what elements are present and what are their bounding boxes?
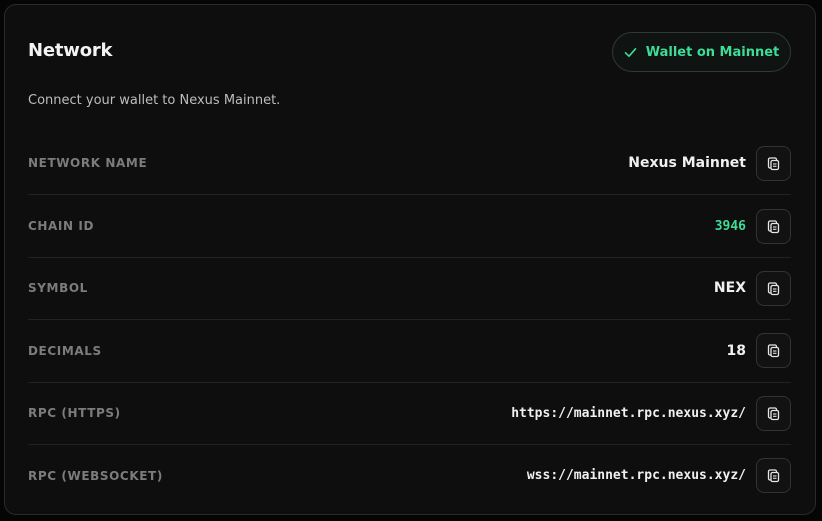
page-title: Network xyxy=(28,40,113,61)
copy-icon xyxy=(767,344,780,358)
copy-icon xyxy=(767,282,780,296)
decimals-value: 18 xyxy=(726,342,746,359)
row-rpc-websocket: RPC (WEBSOCKET) wss://mainnet.rpc.nexus.… xyxy=(28,443,791,506)
chain-id-value: 3946 xyxy=(714,218,746,234)
row-rpc-https: RPC (HTTPS) https://mainnet.rpc.nexus.xy… xyxy=(28,381,791,444)
network-details-list: NETWORK NAME Nexus Mainnet CHAIN ID 3946 xyxy=(28,132,791,506)
copy-symbol-button[interactable] xyxy=(756,270,791,306)
rpc-https-label: RPC (HTTPS) xyxy=(28,406,121,421)
copy-network-name-button[interactable] xyxy=(756,145,791,181)
chain-id-label: CHAIN ID xyxy=(28,219,95,234)
decimals-label: DECIMALS xyxy=(28,343,102,358)
wallet-status-label: Wallet on Mainnet xyxy=(645,44,780,60)
copy-icon xyxy=(767,157,780,170)
row-network-name: NETWORK NAME Nexus Mainnet xyxy=(28,132,791,194)
rpc-websocket-label: RPC (WEBSOCKET) xyxy=(28,468,163,483)
copy-decimals-button[interactable] xyxy=(756,333,791,369)
copy-rpc-https-button[interactable] xyxy=(756,395,791,431)
copy-icon xyxy=(767,469,780,483)
check-icon xyxy=(624,47,637,57)
page-subtitle: Connect your wallet to Nexus Mainnet. xyxy=(28,93,281,108)
copy-icon xyxy=(767,219,780,233)
symbol-label: SYMBOL xyxy=(28,281,88,296)
copy-chain-id-button[interactable] xyxy=(756,208,791,244)
row-chain-id: CHAIN ID 3946 xyxy=(28,194,791,256)
copy-rpc-websocket-button[interactable] xyxy=(756,458,791,494)
row-decimals: DECIMALS 18 xyxy=(28,319,791,381)
network-card: Network Wallet on Mainnet Connect your w… xyxy=(4,4,816,515)
row-symbol: SYMBOL NEX xyxy=(28,256,791,319)
rpc-websocket-value: wss://mainnet.rpc.nexus.xyz/ xyxy=(526,468,746,484)
network-name-value: Nexus Mainnet xyxy=(628,155,746,172)
wallet-status-button[interactable]: Wallet on Mainnet xyxy=(612,32,791,72)
rpc-https-value: https://mainnet.rpc.nexus.xyz/ xyxy=(511,405,746,421)
network-name-label: NETWORK NAME xyxy=(28,156,148,171)
copy-icon xyxy=(767,407,780,420)
symbol-value: NEX xyxy=(713,280,746,297)
